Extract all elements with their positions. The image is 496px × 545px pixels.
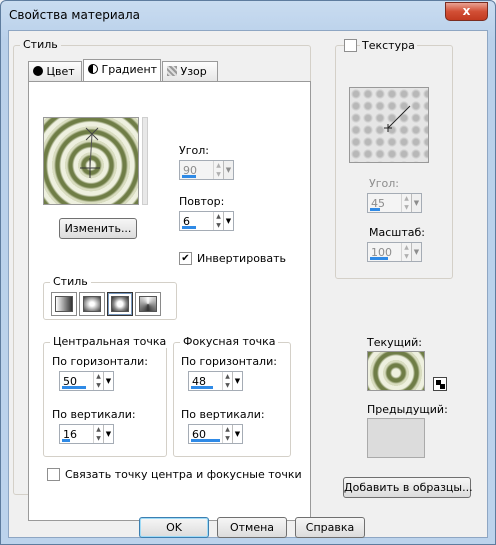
texture-preview[interactable] xyxy=(349,87,429,163)
edit-gradient-button[interactable]: Изменить... xyxy=(59,218,137,239)
texture-angle-label: Угол: xyxy=(369,177,399,190)
filled-circle-icon xyxy=(33,66,43,76)
tab-gradient[interactable]: Градиент xyxy=(83,59,161,81)
focal-h-bar xyxy=(191,386,213,389)
focal-v-bar xyxy=(191,439,220,442)
tab-color[interactable]: Цвет xyxy=(28,61,82,81)
pattern-grid-icon xyxy=(167,66,177,76)
texture-checkbox[interactable] xyxy=(344,39,357,52)
center-h-spinner[interactable]: 50 ▲ ▼ ▼ xyxy=(59,371,114,391)
angle-arrows[interactable]: ▲ ▼ xyxy=(213,161,223,179)
ok-button[interactable]: OK xyxy=(139,517,209,538)
focal-v-arrows[interactable]: ▲ ▼ xyxy=(222,425,232,443)
angle-label: Угол: xyxy=(179,144,209,157)
check-icon: ✔ xyxy=(181,253,190,264)
cancel-button[interactable]: Отмена xyxy=(217,517,287,538)
add-to-swatches-button[interactable]: Добавить в образцы... xyxy=(343,477,473,498)
dialog-client-area: Стиль Цвет Градиент Узор Угол: 90 ▲ ▼ ▼ … xyxy=(8,30,488,538)
tab-gradient-label: Градиент xyxy=(101,63,158,76)
crosshair-markers xyxy=(80,127,100,178)
angle-spinner[interactable]: 90 ▲ ▼ ▼ xyxy=(179,160,234,180)
sunburst-style-button[interactable] xyxy=(107,292,133,316)
center-v-spinner[interactable]: 16 ▲ ▼ ▼ xyxy=(59,424,114,444)
texture-angle-spinner[interactable]: 45 ▲ ▼ ▼ xyxy=(367,193,422,213)
gradient-style-title: Стиль xyxy=(50,275,91,288)
repeat-dropdown-icon[interactable]: ▼ xyxy=(223,212,233,230)
linear-style-button[interactable] xyxy=(51,292,77,316)
texture-scale-spinner[interactable]: 100 ▲ ▼ ▼ xyxy=(367,242,422,262)
tab-bar: Цвет Градиент Узор xyxy=(28,59,311,83)
gradient-preview[interactable] xyxy=(43,117,139,205)
angle-dropdown-icon[interactable]: ▼ xyxy=(223,161,233,179)
tab-pattern[interactable]: Узор xyxy=(162,61,218,81)
close-icon: x xyxy=(462,4,471,18)
close-button[interactable]: x xyxy=(445,2,488,21)
previous-swatch[interactable] xyxy=(367,418,425,458)
style-group-title: Стиль xyxy=(20,38,61,51)
title-bar[interactable]: Свойства материала x xyxy=(1,1,495,31)
center-h-bar xyxy=(62,386,86,389)
current-label: Текущий: xyxy=(367,336,423,349)
center-v-bar xyxy=(62,439,70,442)
texture-label: Текстура xyxy=(360,39,417,52)
dialog-window: Свойства материала x Стиль Цвет Градиент… xyxy=(0,0,496,545)
focal-h-arrows[interactable]: ▲ ▼ xyxy=(222,372,232,390)
sunburst-gradient-icon xyxy=(111,296,129,312)
tab-pattern-label: Узор xyxy=(180,65,207,78)
texture-angle-dropdown-icon[interactable]: ▼ xyxy=(411,194,421,212)
texture-scale-dropdown-icon[interactable]: ▼ xyxy=(411,243,421,261)
preview-scrollbar[interactable] xyxy=(142,117,148,205)
center-h-label: По горизонтали: xyxy=(52,355,148,368)
focal-h-spinner[interactable]: 48 ▲ ▼ ▼ xyxy=(188,371,243,391)
texture-angle-arrows[interactable]: ▲ ▼ xyxy=(401,194,411,212)
focal-point-title: Фокусная точка xyxy=(180,335,279,348)
invert-label: Инвертировать xyxy=(197,252,287,265)
current-swatch[interactable] xyxy=(367,351,425,391)
texture-scale-arrows[interactable]: ▲ ▼ xyxy=(401,243,411,261)
gradient-tab-panel: Угол: 90 ▲ ▼ ▼ Повтор: 6 ▲ ▼ ▼ Изменить...… xyxy=(28,81,311,521)
focal-v-label: По вертикали: xyxy=(181,408,265,421)
rectangular-style-button[interactable] xyxy=(79,292,105,316)
focal-v-spinner[interactable]: 60 ▲ ▼ ▼ xyxy=(188,424,243,444)
radial-style-button[interactable] xyxy=(135,292,161,316)
texture-scale-label: Масштаб: xyxy=(369,226,425,239)
texture-angle-indicator xyxy=(384,105,411,132)
rectangular-gradient-icon xyxy=(83,296,101,312)
center-h-dropdown-icon[interactable]: ▼ xyxy=(103,372,113,390)
focal-h-label: По горизонтали: xyxy=(181,355,277,368)
focal-h-dropdown-icon[interactable]: ▼ xyxy=(232,372,242,390)
radial-gradient-icon xyxy=(139,296,157,312)
link-points-label: Связать точку центра и фокусные точки xyxy=(65,468,302,481)
center-h-arrows[interactable]: ▲ ▼ xyxy=(93,372,103,390)
angle-bar xyxy=(182,175,196,178)
repeat-label: Повтор: xyxy=(179,195,225,208)
texture-angle-bar xyxy=(370,208,380,211)
center-point-title: Центральная точка xyxy=(50,335,170,348)
center-v-arrows[interactable]: ▲ ▼ xyxy=(93,425,103,443)
window-title: Свойства материала xyxy=(9,8,140,22)
linear-gradient-icon xyxy=(55,296,73,312)
repeat-spinner[interactable]: 6 ▲ ▼ ▼ xyxy=(179,211,234,231)
repeat-bar xyxy=(182,226,196,229)
link-points-checkbox[interactable] xyxy=(47,468,60,481)
tab-color-label: Цвет xyxy=(46,65,75,78)
center-v-dropdown-icon[interactable]: ▼ xyxy=(103,425,113,443)
half-circle-icon xyxy=(88,64,98,74)
texture-scale-bar xyxy=(370,257,388,260)
center-v-label: По вертикали: xyxy=(52,408,136,421)
repeat-arrows[interactable]: ▲ ▼ xyxy=(213,212,223,230)
focal-v-dropdown-icon[interactable]: ▼ xyxy=(232,425,242,443)
swap-swatch-icon[interactable] xyxy=(433,377,447,391)
invert-checkbox[interactable]: ✔ xyxy=(179,252,192,265)
help-button[interactable]: Справка xyxy=(295,517,365,538)
previous-label: Предыдущий: xyxy=(367,403,448,416)
